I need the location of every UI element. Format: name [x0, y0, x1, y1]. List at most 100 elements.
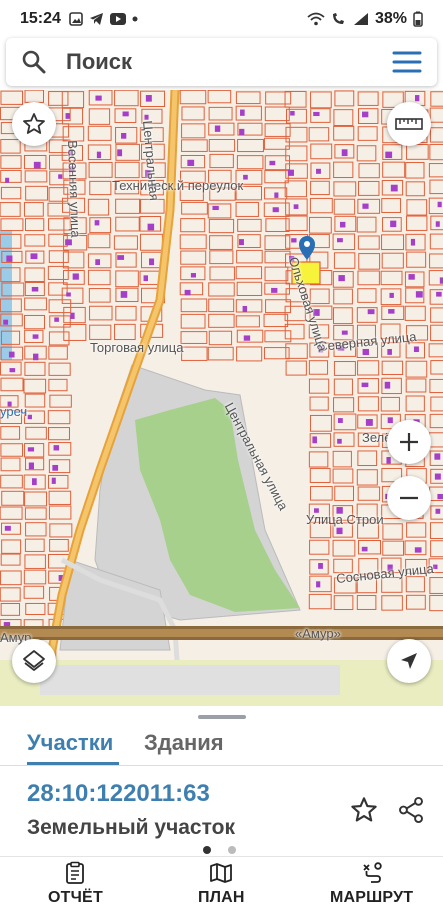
parcel[interactable]	[381, 234, 405, 251]
parcel[interactable]	[180, 218, 206, 233]
parcel[interactable]	[310, 91, 332, 109]
parcel[interactable]	[406, 522, 427, 538]
parcel[interactable]	[332, 468, 354, 484]
parcel[interactable]	[308, 451, 329, 468]
parcel[interactable]	[357, 396, 379, 412]
parcel[interactable]	[308, 127, 330, 142]
search-input[interactable]: Поиск	[66, 49, 391, 75]
tab-buildings[interactable]: Здания	[144, 730, 224, 756]
parcel[interactable]	[333, 161, 354, 179]
parcel[interactable]	[237, 218, 262, 232]
parcel[interactable]	[179, 282, 204, 296]
parcel[interactable]	[428, 163, 443, 178]
parcel[interactable]	[333, 125, 355, 141]
parcel[interactable]	[115, 252, 137, 268]
parcel[interactable]	[357, 235, 380, 250]
parcel[interactable]	[48, 505, 72, 520]
parcel[interactable]	[428, 343, 443, 358]
parcel[interactable]	[114, 90, 139, 107]
parcel[interactable]	[88, 288, 111, 303]
parcel[interactable]	[209, 250, 234, 265]
parcel[interactable]	[49, 394, 72, 408]
parcel[interactable]	[48, 91, 69, 106]
parcel[interactable]	[24, 554, 46, 569]
parcel[interactable]	[115, 270, 139, 288]
parcel[interactable]	[333, 307, 353, 325]
parcel[interactable]	[406, 251, 427, 268]
add-favorite-star-icon[interactable]	[350, 796, 378, 824]
parcel[interactable]	[333, 252, 356, 269]
parcel[interactable]	[380, 270, 403, 286]
parcel[interactable]	[24, 507, 47, 520]
parcel[interactable]	[357, 270, 380, 286]
parcel[interactable]	[264, 106, 290, 122]
parcel[interactable]	[309, 414, 332, 432]
parcel[interactable]	[333, 595, 354, 611]
parcel[interactable]	[264, 330, 292, 343]
parcel[interactable]	[235, 105, 262, 121]
parcel[interactable]	[430, 91, 443, 107]
parcel[interactable]	[381, 252, 404, 269]
parcel[interactable]	[235, 266, 263, 280]
parcel[interactable]	[208, 138, 236, 152]
parcel[interactable]	[430, 540, 443, 558]
parcel[interactable]	[235, 91, 261, 105]
parcel[interactable]	[24, 90, 44, 103]
parcel[interactable]	[358, 180, 380, 196]
parcel[interactable]	[89, 180, 112, 196]
parcel[interactable]	[356, 145, 377, 162]
parcel[interactable]	[264, 266, 289, 282]
parcel[interactable]	[333, 288, 353, 305]
parcel[interactable]	[333, 198, 356, 215]
parcel[interactable]	[1, 539, 22, 554]
menu-icon[interactable]	[391, 49, 423, 75]
parcel[interactable]	[310, 143, 333, 160]
parcel[interactable]	[382, 161, 406, 178]
parcel[interactable]	[430, 324, 443, 342]
location-pin-icon[interactable]	[299, 236, 315, 260]
parcel-info-sheet[interactable]: Участки Здания 28:10:122011:63 Земельный…	[0, 706, 443, 856]
parcel[interactable]	[48, 331, 70, 346]
parcel[interactable]	[181, 201, 208, 215]
parcel[interactable]	[405, 181, 425, 197]
parcel[interactable]	[429, 413, 443, 429]
parcel[interactable]	[429, 179, 443, 195]
parcel[interactable]	[405, 162, 425, 179]
parcel[interactable]	[0, 169, 22, 183]
search-icon[interactable]	[20, 48, 48, 76]
parcel[interactable]	[0, 570, 22, 586]
parcel[interactable]	[208, 313, 235, 328]
parcel[interactable]	[24, 297, 47, 311]
parcel[interactable]	[181, 123, 206, 139]
cadastral-number[interactable]: 28:10:122011:63	[27, 780, 210, 808]
parcel[interactable]	[404, 305, 426, 321]
parcel[interactable]	[0, 506, 23, 520]
parcel[interactable]	[0, 457, 21, 472]
parcel[interactable]	[1, 490, 25, 506]
parcel[interactable]	[139, 233, 163, 251]
parcel[interactable]	[113, 235, 138, 250]
parcel[interactable]	[0, 202, 21, 217]
parcel[interactable]	[24, 538, 45, 552]
parcel[interactable]	[24, 491, 48, 507]
parcel[interactable]	[430, 360, 443, 375]
parcel[interactable]	[429, 378, 443, 394]
parcel[interactable]	[428, 432, 443, 448]
parcel[interactable]	[24, 267, 45, 283]
nav-route[interactable]: МАРШРУТ	[330, 861, 413, 907]
parcel[interactable]	[25, 185, 49, 201]
parcel[interactable]	[380, 396, 400, 412]
map-view[interactable]: Техническ.й переулок Торговая улица Севе…	[0, 90, 443, 706]
parcel[interactable]	[429, 594, 443, 612]
parcel[interactable]	[0, 377, 24, 392]
parcel[interactable]	[87, 269, 111, 286]
parcel[interactable]	[334, 485, 355, 502]
parcel[interactable]	[265, 91, 292, 105]
parcel[interactable]	[236, 155, 264, 170]
parcel[interactable]	[48, 378, 68, 392]
locate-button[interactable]	[387, 639, 431, 683]
parcel[interactable]	[284, 180, 307, 198]
parcel[interactable]	[25, 602, 46, 616]
favorite-button[interactable]	[12, 102, 56, 146]
parcel[interactable]	[309, 197, 333, 214]
